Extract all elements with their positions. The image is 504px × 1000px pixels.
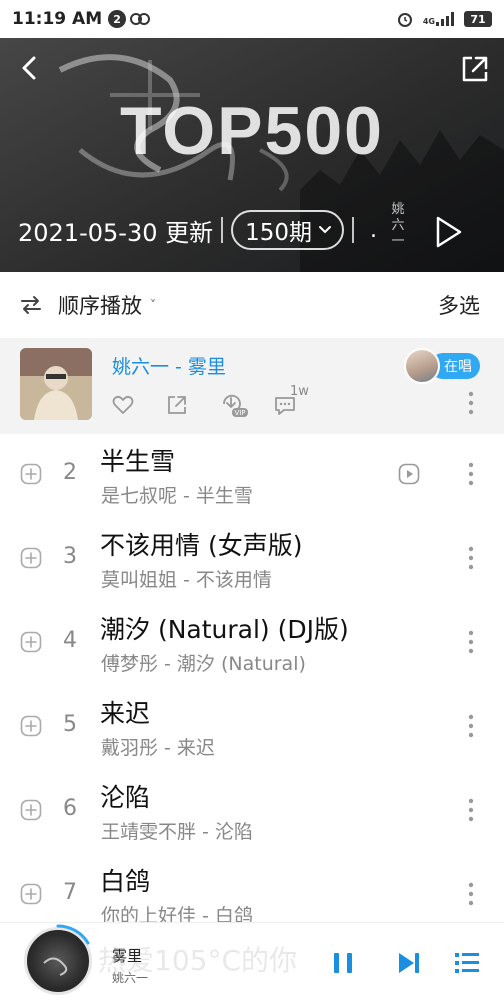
more-options-icon[interactable]	[468, 797, 474, 823]
update-date: 2021-05-30 更新	[18, 218, 214, 247]
vip-download-icon: VIP	[223, 394, 248, 417]
next-track-button[interactable]	[397, 951, 421, 975]
download-button[interactable]: VIP	[218, 392, 248, 418]
comment-count: 1w	[290, 384, 309, 399]
chart-title: TOP500	[119, 93, 384, 169]
music-video-icon[interactable]	[398, 463, 420, 485]
status-bar: 11:19 AM 2 4G 71	[0, 0, 504, 38]
chart-header: 11:19 AM 2 4G 71 TOP500 2021-05-30 更新 15…	[0, 0, 504, 272]
song-sheet: 顺序播放 ˅ 多选 姚六一 - 雾里 VIP 1w 在唱 2 半生雪 是七叔呢 …	[0, 272, 504, 1000]
mini-player-title: 雾里	[112, 947, 143, 965]
song-rank: 5	[63, 712, 77, 737]
sing-along-button[interactable]: 在唱	[404, 348, 480, 384]
play-all-button[interactable]	[432, 212, 464, 252]
add-to-playlist-icon[interactable]	[20, 463, 42, 485]
network-indicator: 4G	[423, 12, 454, 26]
period-selector[interactable]: 150期	[231, 210, 345, 250]
more-options-icon[interactable]	[468, 461, 474, 487]
song-artist-album: 傅梦彤 - 潮汐 (Natural)	[101, 653, 306, 675]
song-row[interactable]: 4 潮汐 (Natural) (DJ版) 傅梦彤 - 潮汐 (Natural)	[0, 602, 504, 686]
now-playing-title: 姚六一 - 雾里	[112, 356, 226, 378]
song-title: 半生雪	[100, 447, 176, 476]
update-info-row: 2021-05-30 更新 150期 .	[18, 207, 377, 253]
song-title: 潮汐 (Natural) (DJ版)	[100, 615, 349, 644]
more-options-icon[interactable]	[468, 629, 474, 655]
more-options-icon[interactable]	[468, 713, 474, 739]
add-to-playlist-icon[interactable]	[20, 631, 42, 653]
status-time: 11:19 AM	[12, 9, 103, 29]
sequential-play-icon	[21, 296, 41, 314]
now-playing-actions: VIP 1w	[110, 384, 326, 420]
comment-button[interactable]: 1w	[272, 384, 309, 418]
singer-avatar	[404, 348, 440, 384]
add-to-playlist-icon[interactable]	[20, 799, 42, 821]
song-row[interactable]: 2 半生雪是七叔呢 - 半生雪	[0, 434, 504, 518]
more-options-icon[interactable]	[468, 881, 474, 907]
period-label: 150期	[245, 220, 313, 246]
share-song-button[interactable]	[164, 392, 190, 418]
now-playing-row[interactable]: 姚六一 - 雾里 VIP 1w 在唱	[0, 338, 504, 434]
caret-down-icon: ˅	[150, 298, 156, 312]
pause-button[interactable]	[330, 951, 356, 975]
notification-count-badge: 2	[108, 10, 127, 28]
mini-player[interactable]: 热爱105°C的你 雾里 姚六一	[0, 922, 504, 1000]
notification-indicator: 2	[108, 10, 151, 28]
add-to-playlist-icon[interactable]	[20, 715, 42, 737]
song-artist-album: 戴羽彤 - 来迟	[101, 737, 215, 759]
song-row[interactable]: 3 不该用情 (女声版) 莫叫姐姐 - 不该用情	[0, 518, 504, 602]
header-side-text: 姚六一	[391, 202, 405, 249]
divider	[352, 217, 355, 243]
more-options-icon[interactable]	[468, 390, 474, 416]
playback-progress-ring	[43, 924, 90, 976]
multi-select-button[interactable]: 多选	[438, 290, 480, 320]
song-title: 来迟	[100, 699, 151, 728]
battery-indicator: 71	[464, 11, 492, 27]
song-rank: 7	[63, 880, 77, 905]
like-button[interactable]	[110, 392, 136, 418]
song-row[interactable]: 6 沦陷王靖雯不胖 - 沦陷	[0, 770, 504, 854]
chevron-down-icon	[319, 226, 332, 234]
svg-text:VIP: VIP	[234, 409, 245, 417]
song-artist-album: 王靖雯不胖 - 沦陷	[101, 821, 253, 843]
back-button[interactable]	[14, 52, 46, 84]
add-to-playlist-icon[interactable]	[20, 547, 42, 569]
more-options-icon[interactable]	[468, 545, 474, 571]
song-list: 2 半生雪是七叔呢 - 半生雪 3 不该用情 (女声版) 莫叫姐姐 - 不该用情 4 潮汐 …	[0, 434, 504, 938]
now-playing-cover	[20, 348, 92, 420]
alarm-icon	[397, 13, 412, 27]
song-row[interactable]: 5 来迟戴羽彤 - 来迟	[0, 686, 504, 770]
add-to-playlist-icon[interactable]	[20, 883, 42, 905]
share-button[interactable]	[458, 52, 492, 86]
song-artist-album: 是七叔呢 - 半生雪	[101, 485, 253, 507]
list-toolbar: 顺序播放 ˅ 多选	[0, 272, 504, 338]
network-type: 4G	[422, 17, 435, 26]
link-icon	[130, 13, 151, 25]
header-more-text: .	[370, 217, 378, 243]
play-order-label: 顺序播放	[58, 294, 142, 318]
song-title: 白鸽	[100, 867, 151, 896]
song-rank: 3	[63, 544, 77, 569]
song-rank: 6	[63, 796, 77, 821]
song-rank: 2	[63, 460, 77, 485]
heart-icon	[112, 395, 134, 414]
song-artist-album: 莫叫姐姐 - 不该用情	[101, 569, 272, 591]
mini-player-artist: 姚六一	[112, 971, 149, 985]
song-title: 不该用情 (女声版)	[100, 531, 303, 560]
divider	[221, 217, 224, 243]
play-order-button[interactable]: 顺序播放 ˅	[20, 290, 156, 320]
song-rank: 4	[63, 628, 77, 653]
song-title: 沦陷	[100, 783, 151, 812]
share-icon	[168, 396, 186, 414]
cover-art-image	[20, 348, 92, 420]
playlist-button[interactable]	[455, 950, 479, 976]
signal-icon	[436, 12, 454, 26]
